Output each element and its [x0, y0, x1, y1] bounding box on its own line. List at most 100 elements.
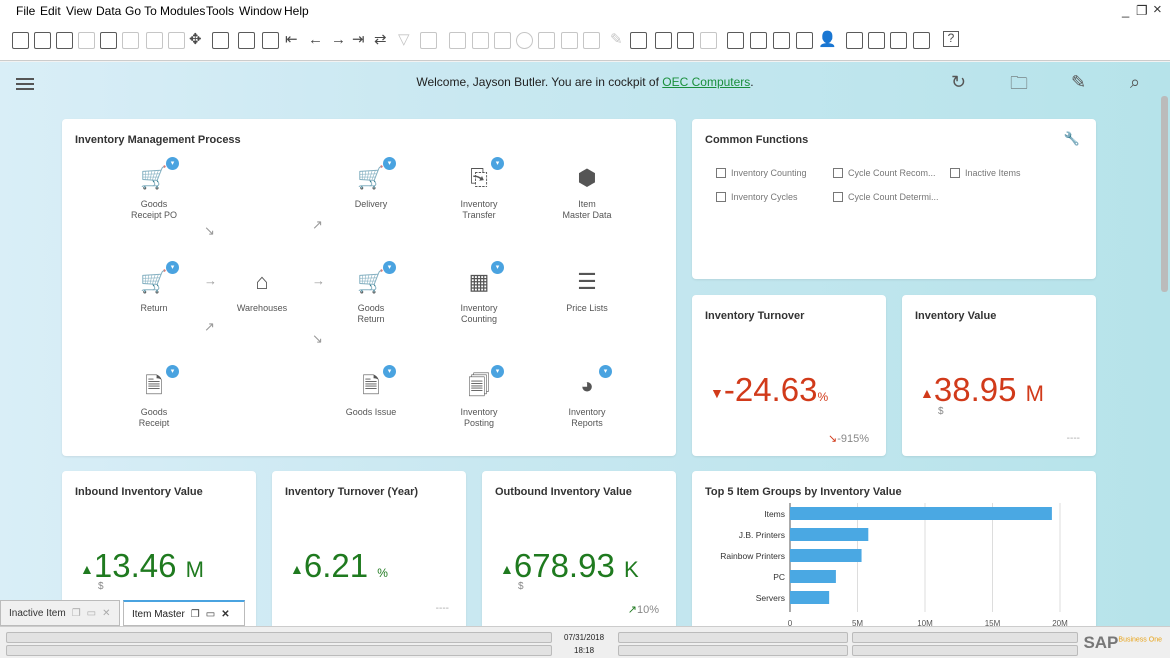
refresh-icon[interactable]: ⇄: [374, 31, 387, 49]
kpi-outbound-inventory-value[interactable]: Outbound Inventory Value ▲678.93 K $ ↗10…: [482, 471, 676, 626]
last-record-icon[interactable]: ⇥: [352, 31, 365, 49]
proc-goods-receipt-po[interactable]: 🛒 ▾ Goods Receipt PO: [104, 157, 204, 221]
dropdown-badge-icon[interactable]: ▾: [491, 261, 504, 274]
first-record-icon[interactable]: ⇤: [285, 31, 298, 49]
proc-inventory-transfer[interactable]: ⎘ ▾ Inventory Transfer: [429, 157, 529, 221]
word-icon[interactable]: [146, 32, 163, 49]
proc-inventory-posting[interactable]: 🗐 ▾ Inventory Posting: [429, 365, 529, 429]
query-icon[interactable]: [846, 32, 863, 49]
report-icon[interactable]: [655, 32, 672, 49]
proc-warehouses[interactable]: ⌂ Warehouses: [212, 267, 312, 314]
next-record-icon[interactable]: →: [331, 31, 346, 49]
proc-inventory-counting[interactable]: ▦ ▾ Inventory Counting: [429, 261, 529, 325]
dropdown-badge-icon[interactable]: ▾: [599, 365, 612, 378]
list-icon[interactable]: [796, 32, 813, 49]
dropdown-badge-icon[interactable]: ▾: [491, 365, 504, 378]
proc-goods-return[interactable]: 🛒 ▾ Goods Return: [321, 261, 421, 325]
folder-icon[interactable]: 🗀: [1010, 71, 1028, 101]
scrollbar[interactable]: [1161, 96, 1168, 292]
dropdown-badge-icon[interactable]: ▾: [383, 157, 396, 170]
kpi-inventory-turnover-year[interactable]: Inventory Turnover (Year) ▲6.21 % ----: [272, 471, 466, 626]
proc-return[interactable]: 🛒 ▾ Return: [104, 261, 204, 314]
document-icon[interactable]: [583, 32, 600, 49]
add-icon[interactable]: [262, 32, 279, 49]
kpi-inventory-turnover[interactable]: Inventory Turnover ▼-24.63% ↘-915%: [692, 295, 886, 456]
cf-inventory-counting[interactable]: Inventory Counting: [716, 168, 807, 178]
print-preview-icon[interactable]: [100, 32, 117, 49]
restore-icon[interactable]: ❐: [191, 609, 200, 620]
alert-icon[interactable]: [750, 32, 767, 49]
menu-help[interactable]: Help: [284, 4, 309, 18]
kpi-inventory-value[interactable]: Inventory Value ▲38.95 M $ ----: [902, 295, 1096, 456]
previous-record-icon[interactable]: ←: [308, 31, 323, 49]
company-link[interactable]: OEC Computers: [662, 75, 750, 89]
maximize-icon[interactable]: ▭: [206, 609, 215, 620]
maximize-icon[interactable]: ▭: [87, 608, 96, 619]
calendar-icon[interactable]: [727, 32, 744, 49]
cf-cycle-count-recommendation[interactable]: Cycle Count Recom...: [833, 168, 936, 178]
proc-goods-receipt[interactable]: 🗎 ▾ Goods Receipt: [104, 365, 204, 429]
dropdown-badge-icon[interactable]: ▾: [383, 365, 396, 378]
dropdown-badge-icon[interactable]: ▾: [166, 261, 179, 274]
proc-delivery[interactable]: 🛒 ▾ Delivery: [321, 157, 421, 210]
menu-file[interactable]: File: [16, 4, 35, 18]
menu-tools[interactable]: Tools: [206, 4, 234, 18]
payment-icon[interactable]: [538, 32, 555, 49]
menu-view[interactable]: View: [66, 4, 92, 18]
crystal-report-icon[interactable]: [890, 32, 907, 49]
sort-icon[interactable]: [420, 32, 437, 49]
restore-icon[interactable]: ❐: [72, 608, 81, 619]
top-item-groups-card[interactable]: Top 5 Item Groups by Inventory Value 0 5M…: [692, 471, 1096, 626]
dropdown-badge-icon[interactable]: ▾: [383, 261, 396, 274]
close-button[interactable]: ×: [1153, 1, 1162, 18]
edit-icon[interactable]: ✎: [610, 31, 623, 49]
move-icon[interactable]: ✥: [189, 31, 202, 49]
print-icon[interactable]: [34, 32, 51, 49]
dropdown-badge-icon[interactable]: ▾: [166, 157, 179, 170]
pdf-icon[interactable]: [168, 32, 185, 49]
find-binoculars-icon[interactable]: [238, 32, 255, 49]
form-settings-icon[interactable]: [630, 32, 647, 49]
cf-inventory-cycles[interactable]: Inventory Cycles: [716, 192, 798, 202]
email-icon[interactable]: [56, 32, 73, 49]
filter-icon[interactable]: ▽: [398, 31, 410, 49]
edit-pencil-icon[interactable]: ✎: [1071, 72, 1086, 93]
user-icon[interactable]: 👤: [818, 31, 837, 49]
target-doc-icon[interactable]: [472, 32, 489, 49]
find-icon[interactable]: [12, 32, 29, 49]
journal-icon[interactable]: [516, 32, 533, 49]
gross-profit-icon[interactable]: [494, 32, 511, 49]
close-icon[interactable]: ✕: [102, 608, 110, 619]
dropdown-badge-icon[interactable]: ▾: [166, 365, 179, 378]
help-icon[interactable]: ?: [943, 31, 959, 47]
proc-price-lists[interactable]: ☰ Price Lists: [537, 267, 637, 314]
designer-icon[interactable]: [913, 32, 930, 49]
refresh-icon[interactable]: ↻: [951, 72, 966, 93]
menu-goto[interactable]: Go To: [125, 4, 157, 18]
layout-icon[interactable]: [561, 32, 578, 49]
search-icon[interactable]: ⌕: [1130, 72, 1140, 93]
widgets-icon[interactable]: [868, 32, 885, 49]
minimize-button[interactable]: _: [1122, 3, 1129, 18]
wrench-icon[interactable]: 🔧: [1064, 131, 1080, 147]
menu-data[interactable]: Data: [96, 4, 121, 18]
restore-button[interactable]: ❐: [1136, 3, 1148, 19]
chat-icon[interactable]: [700, 32, 717, 49]
proc-goods-issue[interactable]: 🗎 ▾ Goods Issue: [321, 365, 421, 418]
menu-edit[interactable]: Edit: [40, 4, 61, 18]
cf-cycle-count-determination[interactable]: Cycle Count Determi...: [833, 192, 939, 202]
close-icon[interactable]: ✕: [221, 609, 229, 620]
tab-item-master[interactable]: Item Master ❐ ▭ ✕: [123, 600, 245, 626]
menu-window[interactable]: Window: [239, 4, 282, 18]
settings-form-icon[interactable]: [212, 32, 229, 49]
excel-icon[interactable]: [122, 32, 139, 49]
dropdown-badge-icon[interactable]: ▾: [491, 157, 504, 170]
menu-modules[interactable]: Modules: [160, 4, 205, 18]
cf-inactive-items[interactable]: Inactive Items: [950, 168, 1021, 178]
message-icon[interactable]: [677, 32, 694, 49]
tab-inactive-item[interactable]: Inactive Item ❐ ▭ ✕: [0, 600, 120, 626]
export-icon[interactable]: [78, 32, 95, 49]
calculator-icon[interactable]: [773, 32, 790, 49]
proc-inventory-reports[interactable]: ◕ ▾ Inventory Reports: [537, 365, 637, 429]
base-doc-icon[interactable]: [449, 32, 466, 49]
